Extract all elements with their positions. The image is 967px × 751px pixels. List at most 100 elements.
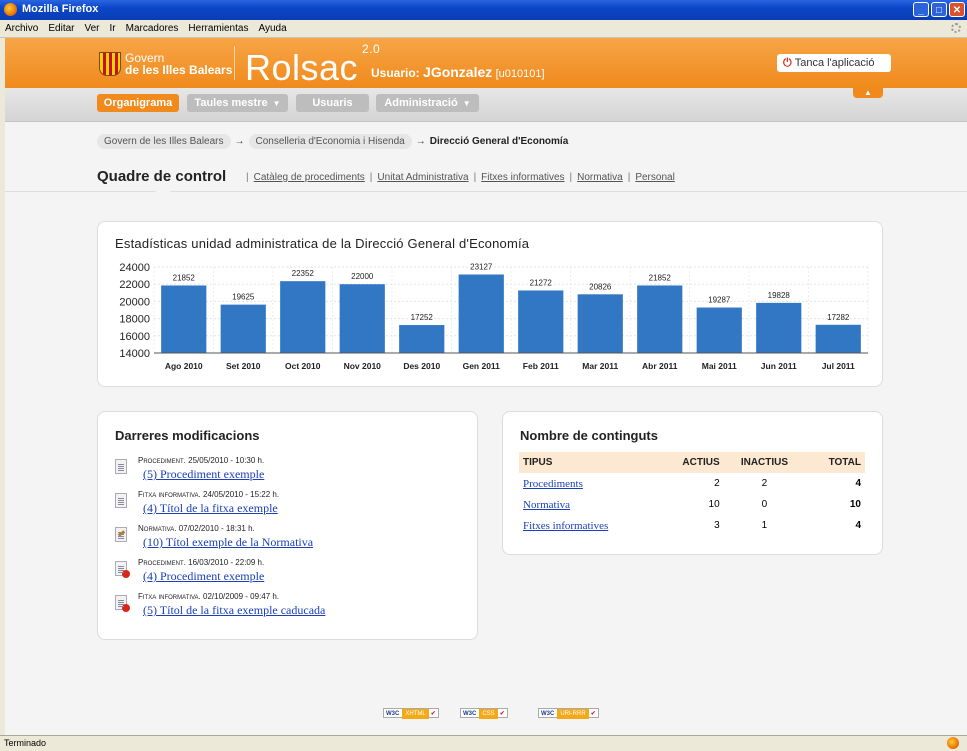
chart-bar bbox=[577, 294, 623, 353]
y-tick-label: 22000 bbox=[119, 279, 150, 291]
data-label: 19625 bbox=[232, 293, 255, 302]
change-link[interactable]: (10) Títol exemple de la Normativa bbox=[143, 535, 313, 550]
link-separator: | bbox=[369, 172, 373, 183]
title-bar: Mozilla Firefox _ □ ✕ bbox=[0, 0, 967, 20]
menu-ir[interactable]: Ir bbox=[105, 20, 121, 34]
check-icon: ✔ bbox=[590, 711, 596, 717]
breadcrumb-item-govern[interactable]: Govern de les Illes Balears bbox=[97, 134, 231, 149]
x-tick-label: Feb 2011 bbox=[523, 361, 559, 371]
link-unitat-administrativa[interactable]: Unitat Administrativa bbox=[377, 172, 468, 183]
cell-actius: 3 bbox=[714, 520, 720, 531]
coat-of-arms-icon bbox=[99, 52, 121, 76]
user-name: JGonzalez bbox=[423, 64, 493, 80]
user-label: Usuario: bbox=[371, 66, 420, 80]
badge-label: URI-RRR bbox=[557, 709, 589, 719]
change-date: 16/03/2010 - 22:09 h. bbox=[188, 558, 265, 567]
x-tick-label: Gen 2011 bbox=[463, 361, 501, 371]
change-link[interactable]: (4) Títol de la fitxa exemple bbox=[143, 501, 278, 516]
y-tick-label: 14000 bbox=[119, 348, 150, 360]
link-separator: | bbox=[473, 172, 477, 183]
tab-usuaris[interactable]: Usuaris bbox=[296, 94, 369, 112]
x-tick-label: Set 2010 bbox=[226, 361, 261, 371]
change-kind: Normativa. bbox=[138, 524, 177, 533]
menu-archivo[interactable]: Archivo bbox=[0, 20, 43, 34]
edit-document-icon bbox=[115, 527, 127, 542]
change-meta: Procediment. 16/03/2010 - 22:09 h. bbox=[138, 558, 264, 567]
maximize-button[interactable]: □ bbox=[931, 2, 947, 17]
close-button[interactable]: ✕ bbox=[949, 2, 965, 17]
recent-changes-title: Darreres modificacions bbox=[115, 428, 260, 443]
app-brand: Rolsac 2.0 bbox=[245, 42, 380, 87]
content-counts-title: Nombre de continguts bbox=[520, 428, 658, 443]
change-kind: Fitxa informativa. bbox=[138, 490, 201, 499]
x-tick-label: Des 2010 bbox=[403, 361, 440, 371]
logout-button[interactable]: ⏻ Tanca l'aplicació bbox=[777, 54, 891, 72]
y-tick-label: 16000 bbox=[119, 331, 150, 343]
menu-ayuda[interactable]: Ayuda bbox=[253, 20, 291, 34]
data-label: 21852 bbox=[649, 273, 672, 282]
tab-taules-mestre-label: Taules mestre bbox=[194, 97, 268, 109]
data-label: 17252 bbox=[411, 313, 434, 322]
chart-bar bbox=[399, 325, 445, 353]
w3c-logo: W3C bbox=[463, 711, 477, 717]
link-personal[interactable]: Personal bbox=[635, 172, 674, 183]
change-date: 25/05/2010 - 10:30 h. bbox=[188, 456, 265, 465]
firefox-status-icon bbox=[947, 737, 959, 749]
row-link-procediments[interactable]: Procediments bbox=[523, 478, 583, 490]
content-counts-table: TIPUS ACTIUS INACTIUS TOTAL Procediments… bbox=[519, 452, 865, 536]
change-link[interactable]: (5) Títol de la fitxa exemple caducada bbox=[143, 603, 325, 618]
link-cataleg-procediments[interactable]: Catàleg de procediments bbox=[254, 172, 365, 183]
x-tick-label: Nov 2010 bbox=[344, 361, 382, 371]
x-tick-label: Oct 2010 bbox=[285, 361, 321, 371]
w3c-logo: W3C bbox=[541, 711, 555, 717]
tab-administracio-label: Administració bbox=[384, 97, 458, 109]
w3c-xhtml-badge[interactable]: W3C XHTML ✔ bbox=[383, 708, 439, 719]
minimize-button[interactable]: _ bbox=[913, 2, 929, 17]
chevron-down-icon: ▼ bbox=[272, 99, 281, 108]
chart-bar bbox=[280, 281, 326, 353]
link-separator: | bbox=[569, 172, 573, 183]
section-pointer bbox=[155, 191, 171, 199]
cell-inactius: 1 bbox=[761, 520, 768, 531]
link-normativa[interactable]: Normativa bbox=[577, 172, 623, 183]
change-kind: Procediment. bbox=[138, 558, 186, 567]
firefox-icon bbox=[4, 3, 17, 16]
collapse-header-button[interactable]: ▲ bbox=[853, 88, 883, 98]
data-label: 19828 bbox=[768, 291, 791, 300]
section-divider bbox=[5, 191, 967, 192]
menu-marcadores[interactable]: Marcadores bbox=[121, 20, 184, 34]
check-icon: ✔ bbox=[430, 711, 436, 717]
tab-organigrama[interactable]: Organigrama bbox=[97, 94, 179, 112]
link-separator: | bbox=[246, 172, 249, 183]
change-meta: Fitxa informativa. 02/10/2009 - 09:47 h. bbox=[138, 592, 279, 601]
cell-total: 10 bbox=[849, 499, 861, 510]
menu-bar: Archivo Editar Ver Ir Marcadores Herramientas… bbox=[0, 20, 967, 38]
change-link[interactable]: (4) Procediment exemple bbox=[143, 569, 264, 584]
change-link[interactable]: (5) Procediment exemple bbox=[143, 467, 264, 482]
row-link-normativa[interactable]: Normativa bbox=[523, 499, 570, 511]
status-text: Terminado bbox=[4, 738, 47, 748]
w3c-uri-badge[interactable]: W3C URI-RRR ✔ bbox=[538, 708, 599, 719]
data-label: 21272 bbox=[530, 278, 553, 287]
table-row: Normativa 10 0 10 bbox=[519, 494, 865, 515]
row-link-fitxes-informatives[interactable]: Fitxes informatives bbox=[523, 520, 608, 532]
tab-taules-mestre[interactable]: Taules mestre ▼ bbox=[187, 94, 288, 112]
x-tick-label: Mar 2011 bbox=[582, 361, 618, 371]
w3c-css-badge[interactable]: W3C CSS ✔ bbox=[460, 708, 508, 719]
logout-label: Tanca l'aplicació bbox=[794, 57, 875, 69]
table-header-row: TIPUS ACTIUS INACTIUS TOTAL bbox=[519, 452, 865, 473]
change-date: 24/05/2010 - 15:22 h. bbox=[203, 490, 280, 499]
menu-editar[interactable]: Editar bbox=[43, 20, 79, 34]
tab-administracio[interactable]: Administració ▼ bbox=[376, 94, 479, 112]
chart-bar bbox=[220, 304, 266, 353]
link-fitxes-informatives[interactable]: Fitxes informatives bbox=[481, 172, 564, 183]
chart-bar bbox=[756, 302, 802, 353]
chevron-down-icon: ▼ bbox=[462, 99, 471, 108]
menu-ver[interactable]: Ver bbox=[79, 20, 104, 34]
page-title: Quadre de control bbox=[97, 168, 227, 185]
section-links: | Catàleg de procediments | Unitat Administ… bbox=[241, 172, 675, 183]
change-kind: Fitxa informativa. bbox=[138, 592, 201, 601]
breadcrumb-item-conselleria[interactable]: Conselleria d'Economia i Hisenda bbox=[248, 134, 412, 149]
menu-herramientas[interactable]: Herramientas bbox=[183, 20, 253, 34]
data-label: 20826 bbox=[589, 282, 612, 291]
